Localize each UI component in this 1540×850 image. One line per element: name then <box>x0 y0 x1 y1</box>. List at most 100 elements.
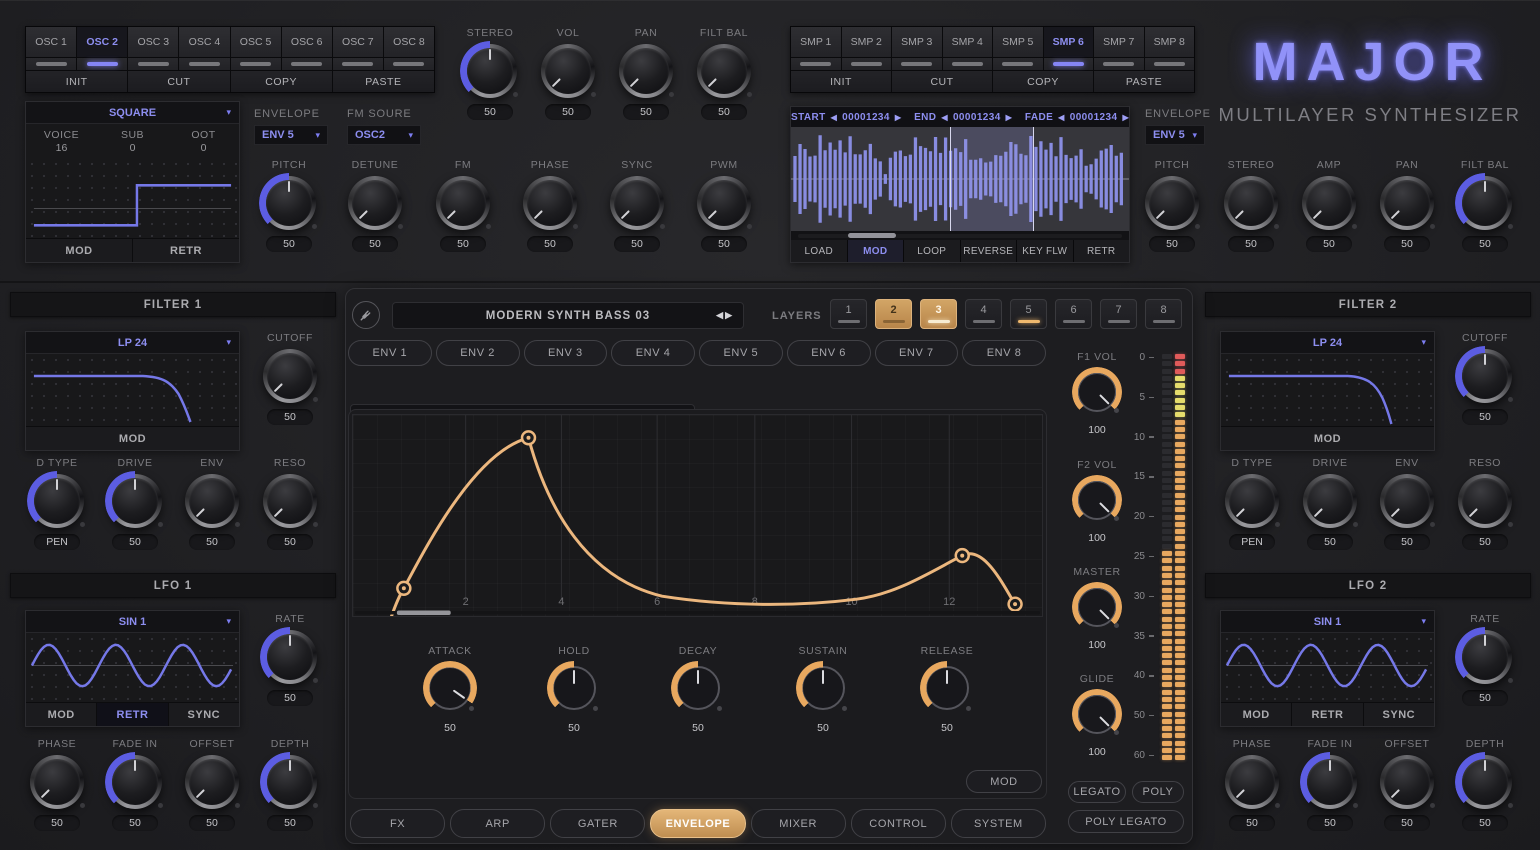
layer-button-6[interactable]: 6 <box>1055 299 1092 329</box>
smp-init-button[interactable]: INIT <box>791 71 891 92</box>
osc-sync-knob[interactable] <box>610 176 664 230</box>
osc-pwm-knob[interactable] <box>697 176 751 230</box>
sample-reverse-button[interactable]: REVERSE <box>961 240 1017 262</box>
poly-button[interactable]: POLY <box>1132 781 1184 803</box>
lfo2-phase-knob[interactable] <box>1225 755 1279 809</box>
lfo2-type-select[interactable]: SIN 1 ▾ <box>1221 611 1434 633</box>
filter1-type-select[interactable]: LP 24 ▾ <box>26 332 239 354</box>
osc-paste-button[interactable]: PASTE <box>333 71 434 92</box>
plug-button[interactable] <box>352 301 380 329</box>
osc-wave-select[interactable]: SQUARE ▾ <box>26 102 239 124</box>
master-knob[interactable] <box>1073 583 1121 631</box>
sample-scrollbar[interactable] <box>791 231 1129 240</box>
sample-loop-button[interactable]: LOOP <box>904 240 960 262</box>
lfo2-sync-button[interactable]: SYNC <box>1364 703 1434 726</box>
lfo1-retr-button[interactable]: RETR <box>97 703 167 726</box>
release-knob[interactable] <box>921 662 973 714</box>
filter1-mod-button[interactable]: MOD <box>26 427 239 450</box>
tab-env-5[interactable]: ENV 5 <box>699 340 783 366</box>
sample-waveform-display[interactable] <box>791 127 1129 231</box>
osc-voice-param[interactable]: VOICE 16 <box>26 129 97 154</box>
tab-smp-5[interactable]: SMP 5 <box>993 27 1043 57</box>
lfo2-depth-knob[interactable] <box>1458 755 1512 809</box>
sample-fade-next-arrow[interactable]: ▶ <box>1122 113 1129 122</box>
osc-detune-knob[interactable] <box>348 176 402 230</box>
lfo2-wave-display[interactable] <box>1221 633 1434 702</box>
tab-control[interactable]: CONTROL <box>851 809 946 838</box>
lfo2-fadein-knob[interactable] <box>1303 755 1357 809</box>
sample-selection-region[interactable] <box>950 127 1035 231</box>
envelope-graph[interactable]: 2 4 6 8 10 12 <box>352 414 1043 617</box>
lfo2-rate-knob[interactable] <box>1458 630 1512 684</box>
filter2-mod-button[interactable]: MOD <box>1221 427 1434 450</box>
mix-vol-knob[interactable] <box>541 44 595 98</box>
tab-env-1[interactable]: ENV 1 <box>348 340 432 366</box>
envelope-point[interactable] <box>1009 598 1022 611</box>
smp-stereo-knob[interactable] <box>1224 176 1278 230</box>
lfo1-offset-knob[interactable] <box>185 755 239 809</box>
mix-filtbal-knob[interactable] <box>697 44 751 98</box>
sample-end-value[interactable]: 00001234 <box>953 112 1001 123</box>
hold-knob[interactable] <box>548 662 600 714</box>
lfo1-type-select[interactable]: SIN 1 ▾ <box>26 611 239 633</box>
sample-end-prev-arrow[interactable]: ◀ <box>941 113 948 122</box>
f2vol-knob[interactable] <box>1073 476 1121 524</box>
sample-mod-button[interactable]: MOD <box>848 240 904 262</box>
filter2-dtype-knob[interactable] <box>1225 474 1279 528</box>
filter2-drive-knob[interactable] <box>1303 474 1357 528</box>
sustain-knob[interactable] <box>797 662 849 714</box>
osc-mod-button[interactable]: MOD <box>26 239 132 262</box>
tab-env-4[interactable]: ENV 4 <box>611 340 695 366</box>
osc-init-button[interactable]: INIT <box>26 71 127 92</box>
layer-button-7[interactable]: 7 <box>1100 299 1137 329</box>
mix-pan-knob[interactable] <box>619 44 673 98</box>
tab-system[interactable]: SYSTEM <box>951 809 1046 838</box>
layer-button-2[interactable]: 2 <box>875 299 912 329</box>
filter1-env-knob[interactable] <box>185 474 239 528</box>
tab-osc-8[interactable]: OSC 8 <box>384 27 434 57</box>
tab-osc-6[interactable]: OSC 6 <box>282 27 332 57</box>
sample-retr-button[interactable]: RETR <box>1074 240 1130 262</box>
lfo2-retr-button[interactable]: RETR <box>1292 703 1362 726</box>
tab-osc-4[interactable]: OSC 4 <box>179 27 229 57</box>
sample-keyflw-button[interactable]: KEY FLW <box>1017 240 1073 262</box>
tab-gater[interactable]: GATER <box>550 809 645 838</box>
lfo1-wave-display[interactable] <box>26 633 239 702</box>
sample-fade-value[interactable]: 00001234 <box>1070 112 1118 123</box>
fm-source-select[interactable]: OSC2 ▾ <box>347 125 421 145</box>
layer-button-8[interactable]: 8 <box>1145 299 1182 329</box>
osc-cut-button[interactable]: CUT <box>128 71 229 92</box>
envelope-point[interactable] <box>956 549 969 562</box>
filter1-cutoff-knob[interactable] <box>263 349 317 403</box>
sample-start-prev-arrow[interactable]: ◀ <box>831 113 838 122</box>
lfo1-rate-knob[interactable] <box>263 630 317 684</box>
tab-envelope[interactable]: ENVELOPE <box>650 809 745 838</box>
attack-knob[interactable] <box>424 662 476 714</box>
tab-smp-4[interactable]: SMP 4 <box>943 27 993 57</box>
glide-knob[interactable] <box>1073 690 1121 738</box>
sample-load-button[interactable]: LOAD <box>791 240 847 262</box>
osc-pitch-knob[interactable] <box>262 176 316 230</box>
filter2-curve-display[interactable] <box>1221 354 1434 426</box>
preset-selector[interactable]: MODERN SYNTH BASS 03 ◀▶ <box>392 302 744 329</box>
sample-fade-prev-arrow[interactable]: ◀ <box>1058 113 1065 122</box>
tab-osc-5[interactable]: OSC 5 <box>231 27 281 57</box>
f1vol-knob[interactable] <box>1073 368 1121 416</box>
smp-pitch-knob[interactable] <box>1145 176 1199 230</box>
tab-osc-2[interactable]: OSC 2 <box>77 27 127 57</box>
osc-sub-param[interactable]: SUB 0 <box>97 129 168 154</box>
smp-pan-knob[interactable] <box>1380 176 1434 230</box>
lfo1-depth-knob[interactable] <box>263 755 317 809</box>
tab-osc-7[interactable]: OSC 7 <box>333 27 383 57</box>
tab-smp-8[interactable]: SMP 8 <box>1145 27 1195 57</box>
smp-cut-button[interactable]: CUT <box>892 71 992 92</box>
envelope-point[interactable] <box>522 431 535 444</box>
osc-oot-param[interactable]: OOT 0 <box>168 129 239 154</box>
layer-button-4[interactable]: 4 <box>965 299 1002 329</box>
smp-filtbal-knob[interactable] <box>1458 176 1512 230</box>
lfo2-offset-knob[interactable] <box>1380 755 1434 809</box>
filter1-dtype-knob[interactable] <box>30 474 84 528</box>
smp-amp-knob[interactable] <box>1302 176 1356 230</box>
smp-copy-button[interactable]: COPY <box>993 71 1093 92</box>
tab-arp[interactable]: ARP <box>450 809 545 838</box>
